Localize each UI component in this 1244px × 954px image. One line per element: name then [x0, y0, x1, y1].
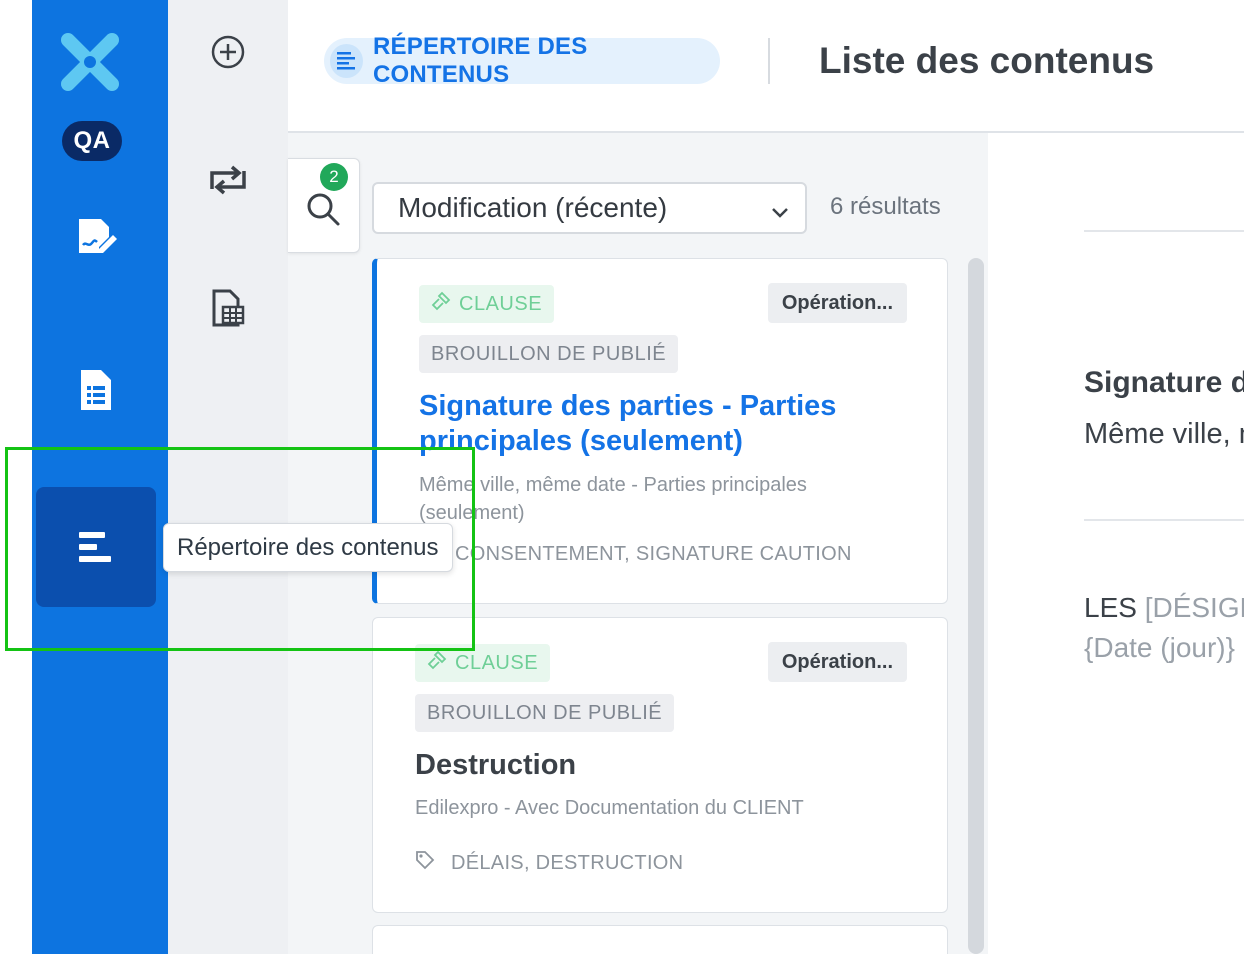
- search-filter-button[interactable]: 2: [288, 158, 360, 253]
- sidebar-item-content-directory[interactable]: [36, 487, 156, 607]
- tag-icon: [415, 850, 451, 876]
- result-count: 6 résultats: [830, 193, 941, 220]
- sidebar-item-documents[interactable]: [36, 330, 156, 450]
- category-tag: Opération...: [767, 642, 907, 682]
- sync-button[interactable]: [206, 160, 250, 204]
- list-scrollbar[interactable]: [968, 258, 984, 954]
- plus-circle-icon: [210, 34, 246, 75]
- spreadsheet-document-icon: [211, 289, 245, 334]
- add-content-button[interactable]: [206, 32, 250, 76]
- content-type-tag: CLAUSE: [419, 285, 555, 323]
- status-badge: BROUILLON DE PUBLIÉ: [415, 694, 675, 732]
- page-header: RÉPERTOIRE DES CONTENUS Liste des conten…: [288, 0, 1244, 133]
- card-description: Même ville, même date - Parties principa…: [419, 474, 807, 524]
- detail-body: LES [DÉSIGNATION DES PARTIES] {Date (jou…: [1084, 588, 1244, 668]
- secondary-sidebar: [168, 0, 288, 954]
- breadcrumb[interactable]: RÉPERTOIRE DES CONTENUS: [324, 33, 720, 88]
- content-type-tag: CLAUSE: [415, 644, 551, 682]
- card-keywords: CONSENTEMENT, SIGNATURE CAUTION: [419, 541, 852, 567]
- environment-badge: QA: [62, 121, 122, 161]
- detail-divider: [1084, 230, 1244, 232]
- detail-divider: [1084, 519, 1244, 521]
- sidebar-tooltip: Répertoire des contenus: [163, 523, 453, 572]
- card-description: Edilexpro - Avec Documentation du CLIENT: [415, 797, 804, 819]
- detail-body-line: LES [DÉSIGNATION DES PARTIES]: [1084, 588, 1244, 628]
- sort-select[interactable]: Modification (récente): [372, 182, 807, 234]
- header-divider: [768, 38, 770, 84]
- spreadsheet-button[interactable]: [206, 289, 250, 333]
- content-type-label: CLAUSE: [455, 651, 539, 674]
- detail-body-prefix: LES: [1084, 592, 1145, 623]
- keywords-label: CONSENTEMENT, SIGNATURE CAUTION: [455, 542, 852, 565]
- keywords-label: DÉLAIS, DESTRUCTION: [451, 851, 684, 874]
- breadcrumb-label: RÉPERTOIRE DES CONTENUS: [373, 33, 588, 88]
- primary-sidebar: QA: [32, 0, 168, 954]
- document-sign-icon: [73, 215, 119, 261]
- gavel-icon: [427, 650, 455, 676]
- card-title[interactable]: Destruction: [415, 748, 895, 783]
- content-card[interactable]: CLAUSE Opération... BROUILLON DE PUBLIÉ …: [372, 617, 948, 913]
- gavel-icon: [431, 291, 459, 317]
- list-lines-icon: [330, 44, 363, 78]
- status-badge: BROUILLON DE PUBLIÉ: [419, 335, 679, 373]
- sort-select-value: Modification (récente): [398, 192, 668, 223]
- content-directory-icon: [79, 532, 113, 562]
- filter-count-badge: 2: [320, 163, 348, 191]
- swap-arrows-icon: [208, 165, 248, 200]
- chevron-down-icon: [769, 198, 791, 230]
- content-type-label: CLAUSE: [459, 292, 543, 315]
- app-window: QA RÉPERTOIRE DES CONTENUS Liste des con…: [0, 0, 1244, 954]
- page-title: Liste des contenus: [819, 40, 1155, 81]
- content-card[interactable]: [372, 925, 948, 954]
- card-keywords: DÉLAIS, DESTRUCTION: [415, 850, 683, 876]
- document-list-icon: [79, 368, 113, 412]
- content-card[interactable]: CLAUSE Opération... BROUILLON DE PUBLIÉ …: [372, 258, 948, 604]
- detail-date-placeholder: {Date (jour)}: [1084, 632, 1235, 663]
- detail-title: Signature des parties - Parties principa…: [1084, 366, 1244, 399]
- app-logo[interactable]: [58, 30, 122, 94]
- detail-subtitle: Même ville, même date - Parties principa…: [1084, 418, 1244, 450]
- category-tag: Opération...: [767, 283, 907, 323]
- sidebar-item-signature[interactable]: [36, 178, 156, 298]
- card-title[interactable]: Signature des parties - Parties principa…: [419, 389, 899, 459]
- detail-placeholder: [DÉSIGNATION DES PARTIES]: [1144, 592, 1244, 623]
